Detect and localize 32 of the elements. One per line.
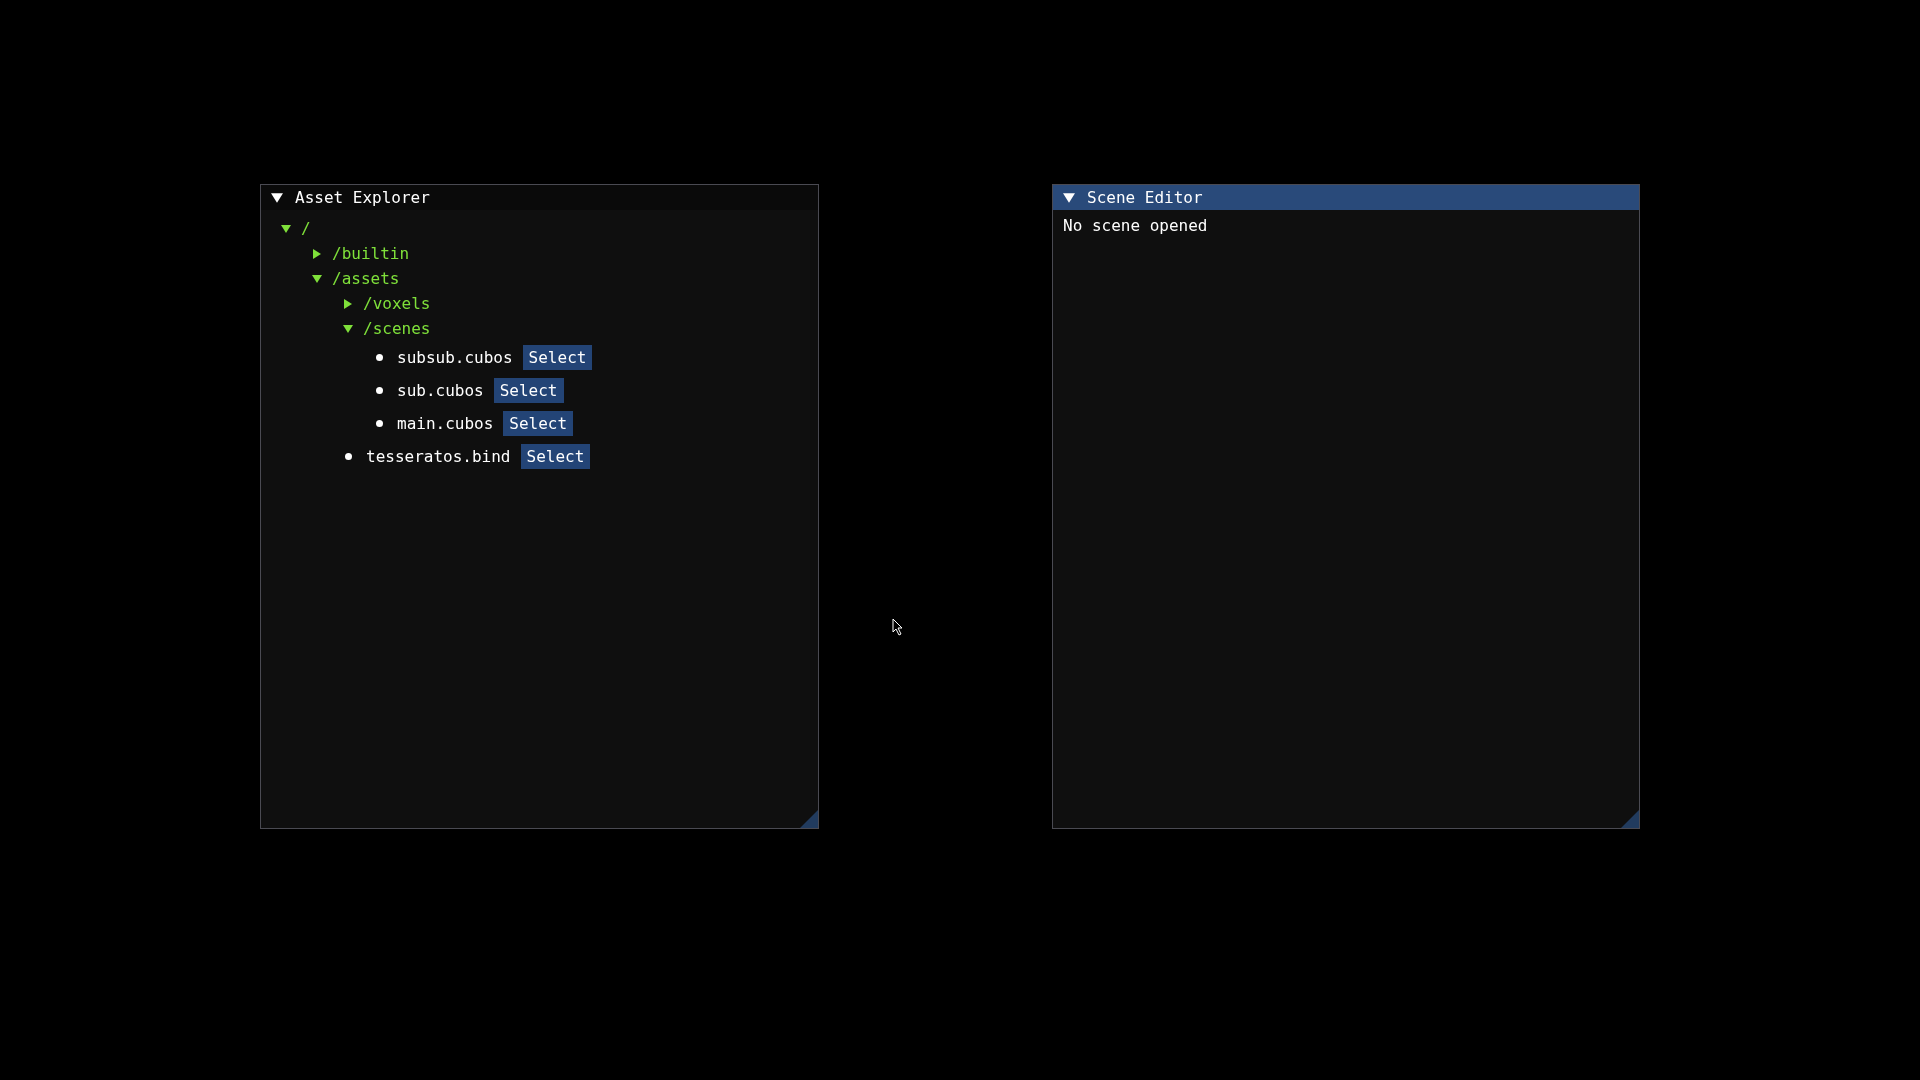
file-name: tesseratos.bind bbox=[366, 447, 511, 466]
bullet-icon bbox=[376, 387, 383, 394]
bullet-icon bbox=[376, 354, 383, 361]
expanded-arrow-icon[interactable] bbox=[343, 323, 353, 334]
bullet-icon bbox=[345, 453, 352, 460]
select-button[interactable]: Select bbox=[522, 345, 593, 370]
expanded-arrow-icon[interactable] bbox=[312, 273, 322, 284]
folder-label[interactable]: /voxels bbox=[363, 294, 431, 313]
folder-label[interactable]: / bbox=[301, 219, 311, 238]
title-bar[interactable]: Asset Explorer bbox=[261, 185, 818, 210]
folder-label[interactable]: /assets bbox=[332, 269, 400, 288]
select-button[interactable]: Select bbox=[493, 378, 564, 403]
expanded-arrow-icon[interactable] bbox=[271, 191, 283, 204]
folder-label[interactable]: /scenes bbox=[363, 319, 431, 338]
collapsed-arrow-icon[interactable] bbox=[312, 248, 322, 259]
file-name: sub.cubos bbox=[397, 381, 484, 400]
window-title: Asset Explorer bbox=[295, 188, 430, 207]
mouse-pointer-icon bbox=[892, 618, 904, 636]
select-button[interactable]: Select bbox=[520, 444, 591, 469]
file-name: subsub.cubos bbox=[397, 348, 513, 367]
resize-grip-icon[interactable] bbox=[1621, 810, 1639, 828]
expanded-arrow-icon[interactable] bbox=[1063, 191, 1075, 204]
expanded-arrow-icon[interactable] bbox=[281, 223, 291, 234]
bullet-icon bbox=[376, 420, 383, 427]
window-title: Scene Editor bbox=[1087, 188, 1203, 207]
collapsed-arrow-icon[interactable] bbox=[343, 298, 353, 309]
file-name: main.cubos bbox=[397, 414, 494, 433]
resize-grip-icon[interactable] bbox=[800, 810, 818, 828]
select-button[interactable]: Select bbox=[503, 411, 574, 436]
folder-label[interactable]: /builtin bbox=[332, 244, 410, 263]
status-message: No scene opened bbox=[1063, 216, 1209, 235]
title-bar[interactable]: Scene Editor bbox=[1053, 185, 1639, 210]
